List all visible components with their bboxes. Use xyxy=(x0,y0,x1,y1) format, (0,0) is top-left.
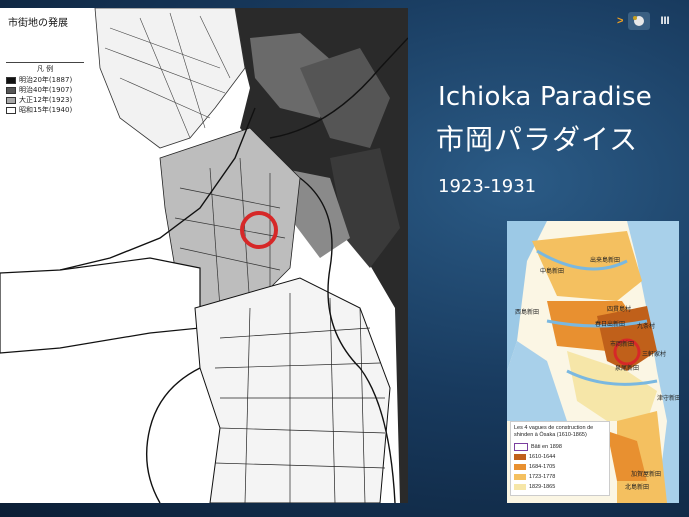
legend-swatch xyxy=(6,106,16,114)
legend-heading: 凡 例 xyxy=(6,62,84,74)
logo-thumbnail-icon[interactable] xyxy=(628,12,651,30)
slide-title-english: Ichioka Paradise xyxy=(438,82,652,112)
map-legend: 凡 例 明治20年(1887) 明治40年(1907) 大正12年(1923) … xyxy=(6,62,84,115)
place-label: 出来島新田 xyxy=(590,257,621,264)
inset-legend-item: 1829-1865 xyxy=(514,482,606,492)
place-label: 四貫島村 xyxy=(607,306,632,313)
legend-swatch xyxy=(6,86,16,94)
legend-swatch xyxy=(6,76,16,84)
legend-item: 大正12年(1923) xyxy=(6,95,84,105)
slide-nav: > III xyxy=(617,12,670,30)
place-label: 津守新田 xyxy=(657,395,679,402)
legend-item: 明治40年(1907) xyxy=(6,85,84,95)
inset-legend-swatch xyxy=(514,454,526,460)
inset-legend-swatch xyxy=(514,464,526,470)
place-label: 中島新田 xyxy=(540,268,565,275)
inset-legend-swatch xyxy=(514,474,526,480)
legend-swatch xyxy=(6,96,16,104)
inset-legend-swatch xyxy=(514,443,528,451)
slide: 市街地の発展 凡 例 明治20年(1887) 明治40年(1907) 大正12年… xyxy=(0,0,689,517)
inset-legend-item: 1610-1644 xyxy=(514,452,606,462)
place-label: 市岡新田 xyxy=(610,341,635,348)
inset-legend: Les 4 vagues de construction de shinden … xyxy=(510,421,610,496)
inset-legend-label: 1684-1705 xyxy=(529,464,556,470)
urban-development-map: 市街地の発展 凡 例 明治20年(1887) 明治40年(1907) 大正12年… xyxy=(0,8,408,503)
inset-legend-title: Les 4 vagues de construction de shinden … xyxy=(514,425,594,438)
legend-label: 明治40年(1907) xyxy=(19,86,73,94)
legend-label: 明治20年(1887) xyxy=(19,76,73,84)
map-title: 市街地の発展 xyxy=(6,14,70,29)
place-label: 西島新田 xyxy=(515,309,540,316)
place-label: 春日出新田 xyxy=(595,321,626,328)
place-label: 九条村 xyxy=(637,323,656,330)
legend-item: 明治20年(1887) xyxy=(6,75,84,85)
legend-label: 大正12年(1923) xyxy=(19,96,73,104)
slide-years: 1923-1931 xyxy=(438,176,537,197)
place-label: 泉尾新田 xyxy=(615,365,640,372)
place-label: 加賀屋新田 xyxy=(631,471,662,478)
inset-legend-item: 1723-1778 xyxy=(514,472,606,482)
legend-item: 昭和15年(1940) xyxy=(6,105,84,115)
inset-legend-swatch xyxy=(514,484,526,490)
inset-legend-item: 1684-1705 xyxy=(514,462,606,472)
inset-legend-label: 1829-1865 xyxy=(529,484,556,490)
place-label: 北島新田 xyxy=(625,484,650,491)
inset-legend-item: Bâti en 1898 xyxy=(514,442,606,452)
legend-label: 昭和15年(1940) xyxy=(19,106,73,114)
inset-legend-label: 1723-1778 xyxy=(529,474,556,480)
page-number: III xyxy=(660,15,670,27)
slide-title-japanese: 市岡パラダイス xyxy=(436,123,639,156)
place-label: 三軒家村 xyxy=(642,351,667,358)
inset-legend-label: Bâti en 1898 xyxy=(531,444,562,450)
shinden-inset-map: 出来島新田 中島新田 西島新田 四貫島村 春日出新田 九条村 市岡新田 三軒家村… xyxy=(507,221,679,503)
inset-legend-label: 1610-1644 xyxy=(529,454,556,460)
next-arrow-icon[interactable]: > xyxy=(617,15,623,27)
